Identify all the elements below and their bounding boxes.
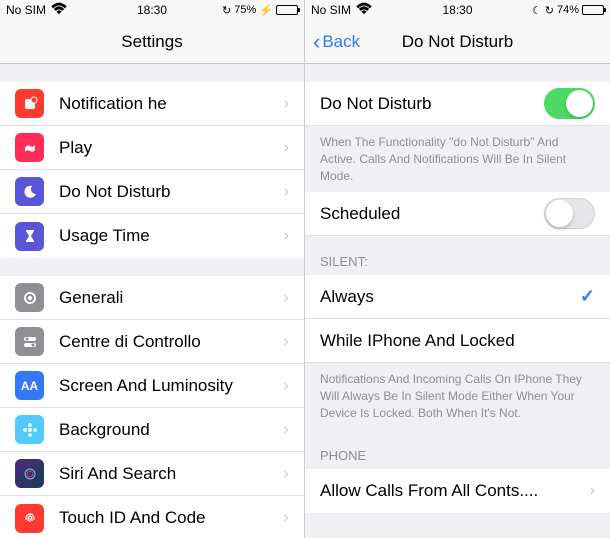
charging-icon: ⚡ xyxy=(259,4,273,17)
general-cell[interactable]: Generali › xyxy=(0,276,304,320)
gear-icon xyxy=(15,283,44,312)
rotation-lock-icon: ↻ xyxy=(545,4,554,17)
wifi-icon xyxy=(50,0,68,21)
touchid-cell[interactable]: Touch ID And Code › xyxy=(0,496,304,538)
carrier-text: No SIM xyxy=(6,3,46,17)
rotation-lock-icon: ↻ xyxy=(222,4,231,17)
chevron-right-icon: › xyxy=(284,183,289,201)
dnd-cell[interactable]: Do Not Disturb › xyxy=(0,170,304,214)
moon-icon xyxy=(15,177,44,206)
notification-cell[interactable]: Notification he › xyxy=(0,82,304,126)
usage-time-cell[interactable]: Usage Time › xyxy=(0,214,304,258)
cell-label: Usage Time xyxy=(59,226,284,246)
dnd-toggle[interactable] xyxy=(544,88,595,119)
status-time: 18:30 xyxy=(442,3,472,17)
notification-icon xyxy=(15,89,44,118)
nav-bar: Settings xyxy=(0,20,304,64)
control-center-cell[interactable]: Centre di Controllo › xyxy=(0,320,304,364)
cell-label: Always xyxy=(320,287,580,307)
chevron-right-icon: › xyxy=(590,482,595,500)
page-title: Settings xyxy=(121,32,182,52)
phone-header: PHONE xyxy=(305,430,610,469)
chevron-right-icon: › xyxy=(284,227,289,245)
back-button[interactable]: ‹ Back xyxy=(313,29,360,55)
settings-group-1: Notification he › Play › Do Not Disturb … xyxy=(0,82,304,258)
chevron-left-icon: ‹ xyxy=(313,29,320,55)
settings-group-2: Generali › Centre di Controllo › AA Scre… xyxy=(0,276,304,538)
background-cell[interactable]: Background › xyxy=(0,408,304,452)
status-bar: No SIM 18:30 ☾ ↻ 74% xyxy=(305,0,610,20)
carrier-text: No SIM xyxy=(311,3,351,17)
flower-icon xyxy=(15,415,44,444)
dnd-footer: When The Functionality "do Not Disturb" … xyxy=(305,126,610,192)
fingerprint-icon xyxy=(15,504,44,533)
play-icon xyxy=(15,133,44,162)
allow-calls-cell[interactable]: Allow Calls From All Conts.... › xyxy=(305,469,610,513)
chevron-right-icon: › xyxy=(284,139,289,157)
hourglass-icon xyxy=(15,222,44,251)
cell-label: Centre di Controllo xyxy=(59,332,284,352)
cell-label: Generali xyxy=(59,288,284,308)
wifi-icon xyxy=(355,0,373,21)
back-label: Back xyxy=(322,32,360,52)
chevron-right-icon: › xyxy=(284,333,289,351)
status-time: 18:30 xyxy=(137,3,167,17)
screen-cell[interactable]: AA Screen And Luminosity › xyxy=(0,364,304,408)
dnd-toggle-cell[interactable]: Do Not Disturb xyxy=(305,82,610,126)
chevron-right-icon: › xyxy=(284,377,289,395)
cell-label: Siri And Search xyxy=(59,464,284,484)
cell-label: Play xyxy=(59,138,284,158)
checkmark-icon: ✓ xyxy=(580,286,595,307)
battery-percent: 75% xyxy=(234,4,256,16)
cell-label: Allow Calls From All Conts.... xyxy=(320,481,590,501)
chevron-right-icon: › xyxy=(284,509,289,527)
aa-icon: AA xyxy=(15,371,44,400)
always-cell[interactable]: Always ✓ xyxy=(305,275,610,319)
cell-label: While IPhone And Locked xyxy=(320,331,595,351)
scheduled-cell[interactable]: Scheduled xyxy=(305,192,610,236)
while-locked-cell[interactable]: While IPhone And Locked xyxy=(305,319,610,363)
battery-icon xyxy=(276,5,298,15)
page-title: Do Not Disturb xyxy=(402,32,513,52)
cell-label: Background xyxy=(59,420,284,440)
silent-header: SILENT: xyxy=(305,236,610,275)
play-cell[interactable]: Play › xyxy=(0,126,304,170)
chevron-right-icon: › xyxy=(284,289,289,307)
nav-bar: ‹ Back Do Not Disturb xyxy=(305,20,610,64)
battery-percent: 74% xyxy=(557,4,579,16)
scheduled-toggle[interactable] xyxy=(544,198,595,229)
settings-screen: No SIM 18:30 ↻ 75% ⚡ Settings xyxy=(0,0,305,538)
cell-label: Do Not Disturb xyxy=(320,94,544,114)
cell-label: Do Not Disturb xyxy=(59,182,284,202)
battery-icon xyxy=(582,5,604,15)
cell-label: Scheduled xyxy=(320,204,544,224)
siri-icon xyxy=(15,459,44,488)
cell-label: Notification he xyxy=(59,94,284,114)
status-bar: No SIM 18:30 ↻ 75% ⚡ xyxy=(0,0,304,20)
siri-cell[interactable]: Siri And Search › xyxy=(0,452,304,496)
switches-icon xyxy=(15,327,44,356)
chevron-right-icon: › xyxy=(284,421,289,439)
chevron-right-icon: › xyxy=(284,95,289,113)
chevron-right-icon: › xyxy=(284,465,289,483)
silent-footer: Notifications And Incoming Calls On IPho… xyxy=(305,363,610,429)
cell-label: Touch ID And Code xyxy=(59,508,284,528)
cell-label: Screen And Luminosity xyxy=(59,376,284,396)
dnd-screen: No SIM 18:30 ☾ ↻ 74% ‹ Back Do Not Distu… xyxy=(305,0,610,538)
dnd-status-icon: ☾ xyxy=(532,4,542,17)
